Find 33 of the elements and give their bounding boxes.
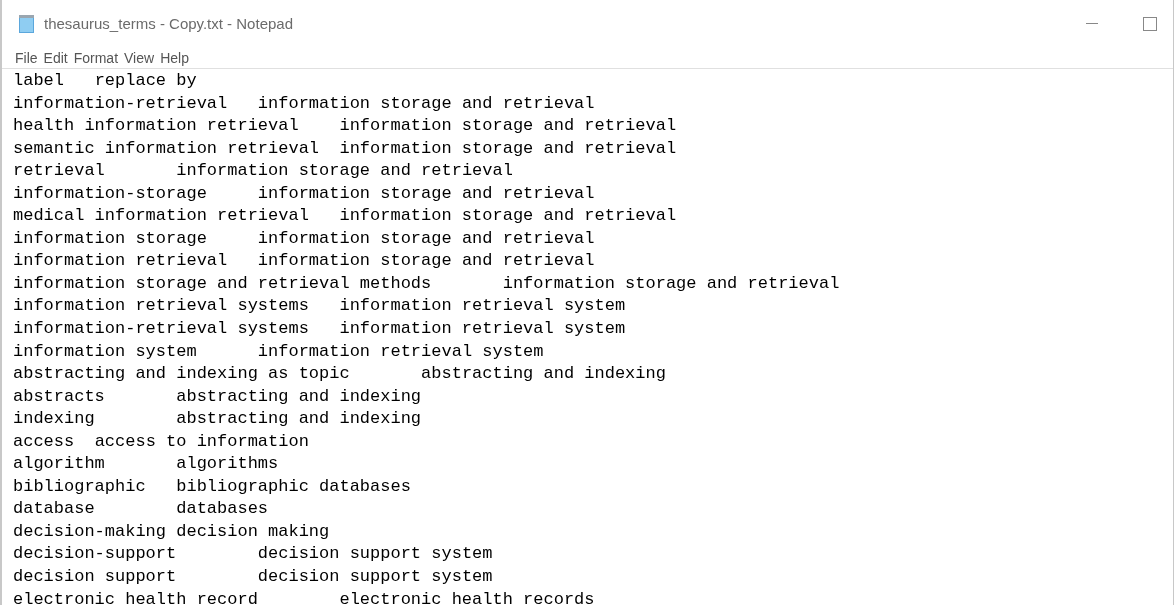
minimize-icon <box>1086 23 1098 25</box>
text-line: information storage and retrieval methods information storage and retrieval <box>13 272 840 295</box>
text-line: abstracting and indexing as topic abstracting and indexing <box>13 363 666 386</box>
text-line: bibliographic bibliographic databases <box>13 475 411 498</box>
text-line: database databases <box>13 498 269 521</box>
notepad-icon <box>17 14 37 34</box>
text-line: information-storage information storage and retrieval <box>13 182 595 205</box>
menu-item[interactable]: Help <box>158 47 191 69</box>
text-line: abstracts abstracting and indexing <box>13 385 422 408</box>
text-line: information-retrieval systems information retrieval system <box>13 318 626 340</box>
maximize-icon <box>1143 17 1157 31</box>
text-line: medical information retrieval information storage and retrieval <box>13 205 677 228</box>
text-line: information retrieval systems information retrieval system <box>13 295 626 318</box>
text-line: information retrieval information storage and retrieval <box>13 250 595 273</box>
menu-item[interactable]: Format <box>71 47 121 69</box>
text-line: health information retrieval information storage and retrieval <box>13 115 677 138</box>
text-line: decision-support decision support system <box>13 543 493 566</box>
text-line: indexing abstracting and indexing <box>13 408 422 431</box>
text-line: algorithm algorithms <box>13 453 279 476</box>
text-line: decision-making decision making <box>13 520 330 543</box>
text-line: access access to information <box>13 430 309 453</box>
menu-item[interactable]: File <box>13 47 40 69</box>
text-line: electronic health record electronic health records <box>13 588 595 605</box>
text-line: decision support decision support system <box>13 566 493 589</box>
text-line: information system information retrieval system <box>13 340 544 363</box>
menu-item[interactable]: Edit <box>41 47 70 69</box>
text-line: semantic information retrieval information storage and retrieval <box>13 137 677 160</box>
window-title: thesaurus_terms - Copy.txt - Notepad <box>44 13 293 34</box>
text-line: label replace by <box>13 70 197 92</box>
menu-item[interactable]: View <box>122 47 157 69</box>
text-line: information storage information storage and retrieval <box>13 227 595 250</box>
text-line: retrieval information storage and retrieval <box>13 160 513 183</box>
text-line: information-retrieval information storage and retrieval <box>13 92 595 115</box>
